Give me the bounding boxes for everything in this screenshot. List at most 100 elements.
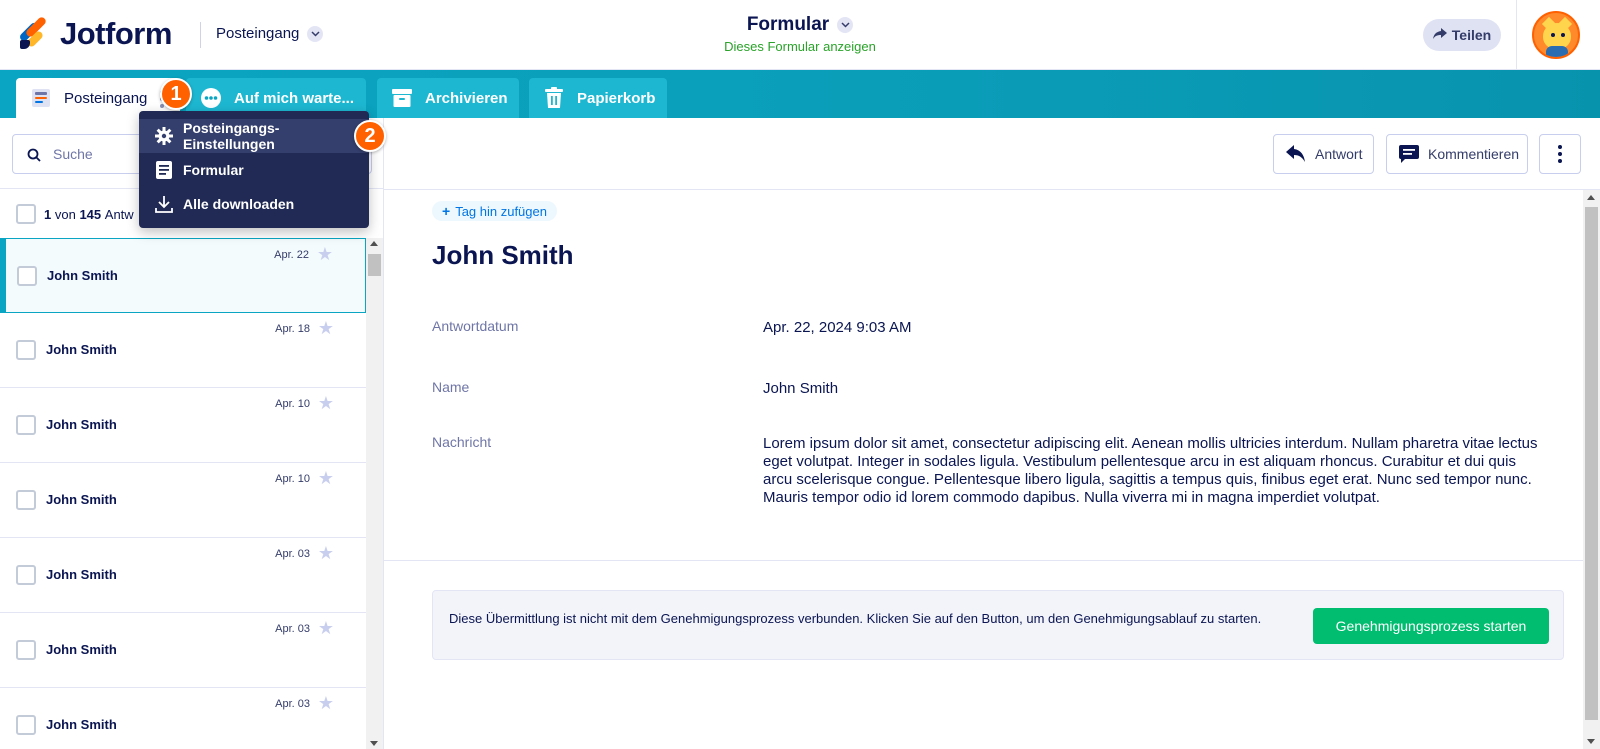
- tab-label: Auf mich warte...: [234, 89, 355, 107]
- header-divider: [1516, 0, 1517, 70]
- submitter-name: John Smith: [46, 567, 117, 582]
- jotform-logo[interactable]: Jotform: [18, 15, 172, 52]
- submission-date: Apr. 10: [275, 398, 310, 410]
- list-item[interactable]: John Smith Apr. 18 ★: [0, 313, 366, 388]
- chevron-down-icon: [307, 25, 324, 42]
- view-form-link[interactable]: Dieses Formular anzeigen: [700, 39, 900, 54]
- submission-date: Apr. 22: [274, 249, 309, 261]
- inbox-selector[interactable]: Posteingang: [216, 25, 324, 42]
- list-item[interactable]: John Smith Apr. 22 ★: [0, 238, 366, 313]
- submitter-name: John Smith: [46, 342, 117, 357]
- submission-date: Apr. 18: [275, 323, 310, 335]
- tab-archive[interactable]: Archivieren: [377, 78, 519, 118]
- star-icon[interactable]: ★: [318, 470, 334, 488]
- submitter-name: John Smith: [47, 268, 118, 283]
- form-title[interactable]: Formular: [746, 14, 854, 36]
- document-icon: [155, 161, 173, 179]
- header-divider: [200, 22, 201, 48]
- detail-scrollbar[interactable]: [1583, 190, 1600, 749]
- submission-date: Apr. 03: [275, 623, 310, 635]
- select-all-checkbox[interactable]: [16, 204, 36, 224]
- more-options-button[interactable]: [1539, 134, 1581, 174]
- list-scrollbar[interactable]: [366, 238, 383, 749]
- star-icon[interactable]: ★: [318, 695, 334, 713]
- count-current: 1: [44, 206, 52, 222]
- inbox-icon: [30, 87, 52, 109]
- add-tag-label: Tag hin zufügen: [455, 203, 547, 219]
- row-checkbox[interactable]: [16, 565, 36, 585]
- chevron-down-icon: [837, 17, 854, 33]
- list-item[interactable]: John Smith Apr. 03 ★: [0, 688, 366, 749]
- count-of: von: [54, 206, 76, 222]
- list-item[interactable]: John Smith Apr. 03 ★: [0, 538, 366, 613]
- tab-trash[interactable]: Papierkorb: [529, 78, 667, 118]
- plus-icon: +: [442, 203, 451, 219]
- field-value: Apr. 22, 2024 9:03 AM: [763, 319, 912, 336]
- row-checkbox[interactable]: [16, 415, 36, 435]
- inbox-options-menu: Posteingangs-Einstellungen Formular Alle…: [139, 111, 369, 228]
- submitter-name: John Smith: [46, 717, 117, 732]
- row-checkbox[interactable]: [17, 266, 37, 286]
- row-checkbox[interactable]: [16, 715, 36, 735]
- list-item[interactable]: John Smith Apr. 10 ★: [0, 463, 366, 538]
- brand-name: Jotform: [60, 16, 172, 51]
- star-icon[interactable]: ★: [318, 545, 334, 563]
- scroll-up-icon[interactable]: [1587, 195, 1595, 200]
- scroll-down-icon[interactable]: [370, 741, 378, 746]
- comment-label: Kommentieren: [1428, 146, 1520, 162]
- approval-message: Diese Übermittlung ist nicht mit dem Gen…: [449, 611, 1262, 626]
- menu-item-inbox-settings[interactable]: Posteingangs-Einstellungen: [139, 119, 369, 153]
- field-value: John Smith: [763, 380, 839, 397]
- add-tag-button[interactable]: + Tag hin zufügen: [432, 201, 557, 221]
- menu-item-label: Formular: [183, 162, 244, 178]
- form-title-text: Formular: [746, 14, 830, 35]
- submission-list: John Smith Apr. 22 ★ John Smith Apr. 18 …: [0, 238, 366, 749]
- row-checkbox[interactable]: [16, 490, 36, 510]
- field-label: Antwortdatum: [432, 318, 519, 334]
- submitter-name: John Smith: [46, 417, 117, 432]
- step-badge-1: 1: [160, 78, 192, 110]
- comment-button[interactable]: Kommentieren: [1386, 134, 1528, 174]
- star-icon[interactable]: ★: [318, 395, 334, 413]
- menu-item-download-all[interactable]: Alle downloaden: [139, 187, 369, 221]
- avatar[interactable]: [1532, 11, 1580, 59]
- submission-detail: + Tag hin zufügen John Smith Antwortdatu…: [384, 190, 1584, 749]
- scrollbar-thumb[interactable]: [368, 254, 381, 276]
- gear-icon: [155, 127, 173, 145]
- tab-label: Papierkorb: [577, 89, 656, 107]
- menu-item-label: Alle downloaden: [183, 196, 295, 212]
- field-label: Name: [432, 379, 470, 395]
- share-button-label: Teilen: [1451, 27, 1492, 43]
- tab-label: Archivieren: [425, 89, 508, 107]
- download-icon: [155, 195, 173, 213]
- list-item[interactable]: John Smith Apr. 10 ★: [0, 388, 366, 463]
- menu-item-form[interactable]: Formular: [139, 153, 369, 187]
- comment-icon: [1399, 144, 1419, 164]
- star-icon[interactable]: ★: [318, 620, 334, 638]
- start-approval-button[interactable]: Genehmigungsprozess starten: [1313, 608, 1549, 644]
- share-button[interactable]: Teilen: [1423, 19, 1501, 51]
- list-item[interactable]: John Smith Apr. 03 ★: [0, 613, 366, 688]
- row-checkbox[interactable]: [16, 340, 36, 360]
- reply-label: Antwort: [1315, 146, 1363, 162]
- count-total: 145: [79, 206, 102, 222]
- star-icon[interactable]: ★: [317, 246, 333, 264]
- submitter-name: John Smith: [46, 492, 117, 507]
- reply-icon: [1286, 144, 1306, 164]
- star-icon[interactable]: ★: [318, 320, 334, 338]
- row-checkbox[interactable]: [16, 640, 36, 660]
- scrollbar-thumb[interactable]: [1585, 207, 1598, 720]
- submission-date: Apr. 03: [275, 698, 310, 710]
- reply-button[interactable]: Antwort: [1273, 134, 1374, 174]
- jotform-logo-icon: [18, 15, 48, 50]
- submission-date: Apr. 03: [275, 548, 310, 560]
- section-divider: [384, 560, 1584, 561]
- scroll-up-icon[interactable]: [370, 241, 378, 246]
- field-label: Nachricht: [432, 434, 492, 450]
- submission-title: John Smith: [432, 240, 574, 270]
- trash-icon: [543, 87, 565, 109]
- form-title-block: Formular Dieses Formular anzeigen: [700, 14, 900, 54]
- scroll-down-icon[interactable]: [1587, 739, 1595, 744]
- submitter-name: John Smith: [46, 642, 117, 657]
- submission-date: Apr. 10: [275, 473, 310, 485]
